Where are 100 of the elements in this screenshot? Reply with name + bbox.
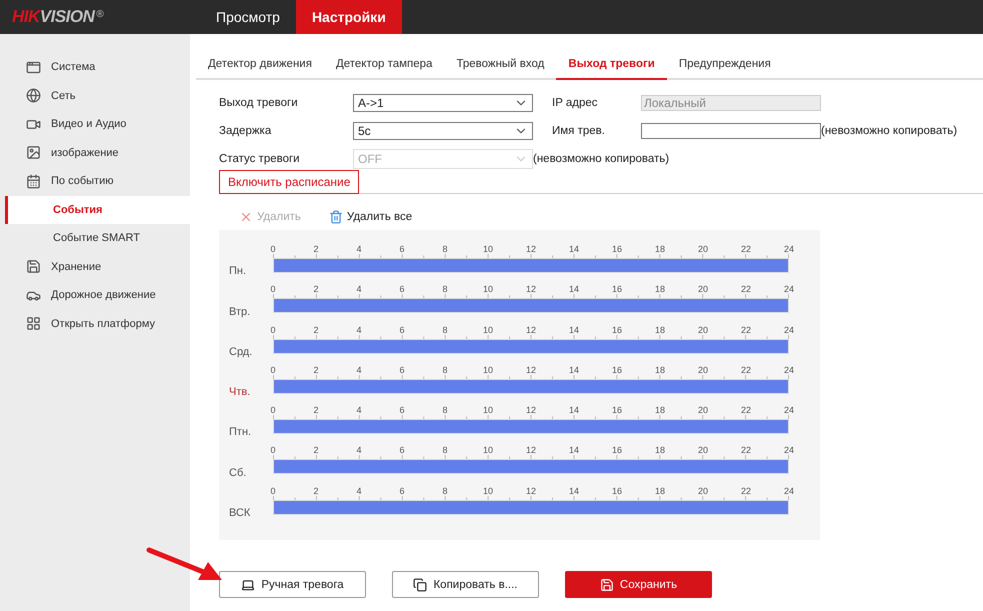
dropdown-field[interactable]: A->1 bbox=[353, 94, 533, 112]
field-label: Статус тревоги bbox=[219, 153, 301, 165]
hour-label: 22 bbox=[741, 324, 751, 335]
hour-label: 10 bbox=[483, 405, 493, 416]
nav-tab[interactable]: Настройки bbox=[296, 0, 402, 34]
hour-label: 8 bbox=[442, 486, 448, 496]
hour-label: 4 bbox=[356, 324, 362, 335]
hour-label: 24 bbox=[784, 324, 794, 335]
hour-label: 16 bbox=[612, 244, 622, 254]
copy-icon bbox=[413, 578, 428, 592]
day-label: Чтв. bbox=[228, 386, 252, 398]
image-icon bbox=[26, 145, 41, 160]
nav-tab[interactable]: Просмотр bbox=[200, 0, 296, 34]
hour-label: 14 bbox=[569, 284, 579, 294]
day-label: Втр. bbox=[228, 306, 252, 318]
action-button[interactable]: Копировать в.... bbox=[392, 571, 539, 598]
sidebar-item[interactable]: Хранение bbox=[5, 252, 190, 281]
hour-label: 14 bbox=[569, 486, 579, 496]
note-text: (невозможно копировать) bbox=[533, 153, 670, 165]
hour-label: 16 bbox=[612, 324, 622, 335]
hour-label: 4 bbox=[356, 364, 362, 375]
tab[interactable]: Детектор тампера bbox=[324, 50, 444, 80]
note-text: (невозможно копировать) bbox=[821, 125, 958, 137]
hour-label: 2 bbox=[314, 405, 318, 416]
hour-label: 18 bbox=[655, 486, 665, 496]
hour-label: 12 bbox=[526, 445, 536, 456]
hour-label: 4 bbox=[356, 486, 362, 496]
trash-icon bbox=[328, 210, 343, 224]
hour-label: 10 bbox=[483, 364, 493, 375]
action-link[interactable]: Удалить все bbox=[328, 204, 412, 230]
hour-label: 20 bbox=[698, 364, 708, 375]
text-field[interactable] bbox=[641, 123, 821, 139]
hour-label: 20 bbox=[698, 405, 708, 416]
hour-label: 18 bbox=[655, 445, 665, 456]
hour-label: 18 bbox=[655, 244, 665, 254]
hour-label: 2 bbox=[314, 364, 318, 375]
hour-label: 4 bbox=[356, 284, 362, 294]
hour-label: 24 bbox=[784, 486, 794, 496]
hour-label: 20 bbox=[698, 486, 708, 496]
hour-label: 16 bbox=[612, 284, 622, 294]
sidebar-item[interactable]: Дорожное движение bbox=[5, 281, 190, 310]
dropdown-field[interactable]: 5с bbox=[353, 122, 533, 140]
hour-label: 6 bbox=[400, 284, 404, 294]
hour-label: 12 bbox=[526, 284, 536, 294]
hour-label: 2 bbox=[314, 486, 318, 496]
sidebar-item[interactable]: По событию bbox=[5, 167, 190, 196]
hour-label: 18 bbox=[655, 284, 665, 294]
hour-label: 2 bbox=[314, 244, 318, 254]
hour-label: 2 bbox=[314, 445, 318, 456]
hour-label: 20 bbox=[698, 244, 708, 254]
sidebar-item[interactable]: Видео и Аудио bbox=[5, 110, 190, 138]
hour-label: 0 bbox=[270, 284, 276, 294]
hour-label: 0 bbox=[270, 405, 276, 416]
sidebar-item[interactable]: События bbox=[5, 196, 190, 224]
hour-label: 0 bbox=[270, 445, 276, 456]
enable-schedule-button[interactable]: Включить расписание bbox=[219, 170, 360, 194]
hour-label: 2 bbox=[314, 324, 318, 335]
tab[interactable]: Тревожный вход bbox=[444, 50, 556, 80]
sidebar-item[interactable]: Система bbox=[5, 53, 190, 82]
hour-label: 12 bbox=[526, 324, 536, 335]
hour-label: 0 bbox=[270, 486, 276, 496]
hour-label: 20 bbox=[698, 445, 708, 456]
field-label: Имя трев. bbox=[552, 125, 606, 137]
tab[interactable]: Детектор движения bbox=[196, 50, 324, 80]
hour-label: 4 bbox=[356, 405, 362, 416]
hour-label: 12 bbox=[526, 244, 536, 254]
sidebar-item[interactable]: Сеть bbox=[5, 82, 190, 110]
hour-label: 22 bbox=[741, 244, 751, 254]
field-label: IP адрес bbox=[552, 97, 599, 109]
hour-label: 14 bbox=[569, 364, 579, 375]
hour-label: 24 bbox=[784, 244, 794, 254]
hour-label: 8 bbox=[442, 284, 448, 294]
field-label: Задержка bbox=[219, 125, 272, 137]
hour-label: 20 bbox=[698, 284, 708, 294]
calendar-icon bbox=[26, 174, 41, 189]
hour-label: 2 bbox=[314, 284, 318, 294]
hour-label: 16 bbox=[612, 405, 622, 416]
tab[interactable]: Выход тревоги bbox=[556, 50, 667, 80]
hour-label: 24 bbox=[784, 284, 794, 294]
hour-label: 12 bbox=[526, 364, 536, 375]
hour-label: 4 bbox=[356, 244, 362, 254]
hour-label: 6 bbox=[400, 405, 404, 416]
field-label: Выход тревоги bbox=[219, 97, 299, 109]
tab[interactable]: Предупреждения bbox=[666, 50, 783, 80]
hour-label: 8 bbox=[442, 445, 448, 456]
hour-label: 18 bbox=[655, 405, 665, 416]
sidebar-item[interactable]: Открыть платформу bbox=[5, 310, 190, 338]
hour-label: 24 bbox=[784, 405, 794, 416]
hour-label: 4 bbox=[356, 445, 362, 456]
day-label: Срд. bbox=[228, 346, 254, 358]
hour-label: 10 bbox=[483, 445, 493, 456]
sidebar-item[interactable]: изображение bbox=[5, 138, 190, 167]
hour-label: 24 bbox=[784, 445, 794, 456]
hour-label: 6 bbox=[400, 324, 404, 335]
save-button[interactable]: Сохранить bbox=[565, 571, 712, 598]
hour-label: 6 bbox=[400, 364, 404, 375]
hour-label: 0 bbox=[270, 364, 276, 375]
hour-label: 8 bbox=[442, 324, 448, 335]
sidebar-item[interactable]: Событие SMART bbox=[5, 224, 190, 252]
action-button[interactable]: Ручная тревога bbox=[219, 571, 366, 598]
